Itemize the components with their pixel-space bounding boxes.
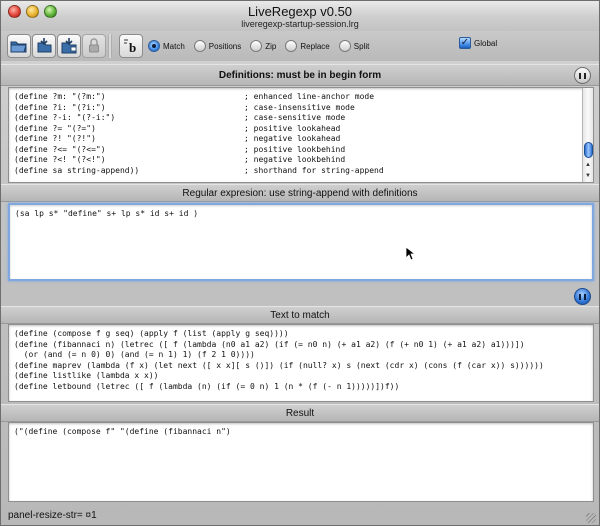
save-icon [37, 38, 52, 53]
definition-code: (define ?= "(?=") [14, 123, 96, 133]
mode-replace-label: Replace [300, 41, 330, 51]
definition-code: (define ?! "(?!") [14, 134, 96, 143]
regex-input-text: (sa lp s* "define" s+ lp s* id s+ id ) [15, 209, 199, 218]
text-panel-toggle-button[interactable] [574, 288, 591, 305]
radio-zip[interactable] [250, 40, 263, 52]
definition-comment: ; case-sensitive mode [244, 113, 346, 122]
definition-comment: ; positive lookbehind [244, 144, 346, 154]
app-window: LiveRegexp v0.50 liveregexp-startup-sess… [0, 0, 600, 526]
definition-code: (define ?<! "(?<!") [14, 155, 106, 164]
definition-code: (define ?i: "(?i:") [14, 102, 106, 112]
title-bar[interactable]: LiveRegexp v0.50 liveregexp-startup-sess… [1, 1, 599, 31]
mode-split-label: Split [353, 41, 370, 51]
scroll-up-arrow-icon[interactable]: ▲ [583, 160, 593, 170]
regex-header: Regular expresion: use string-append wit… [1, 184, 599, 202]
definition-code: (define ?<= "(?<=") [14, 144, 106, 154]
svg-text:b: b [129, 40, 136, 55]
definition-line: (define sa string-append)) ; shorthand fo… [14, 166, 384, 177]
result-title: Result [285, 408, 315, 419]
mouse-pointer-icon [405, 246, 415, 261]
open-folder-icon [10, 41, 27, 53]
toolbar: b Match Positions Zip Replace Split ✓ Gl… [1, 31, 599, 61]
definition-comment: ; negative lookahead [244, 134, 341, 143]
definitions-panel-toggle-button[interactable] [574, 67, 591, 84]
definition-code: (define sa string-append)) [14, 165, 140, 175]
definition-comment: ; shorthand for string-append [244, 165, 384, 175]
text-line: (define listlike (lambda x x)) [14, 371, 159, 380]
mode-match[interactable]: Match [148, 40, 185, 52]
text-to-match-header: Text to match [1, 306, 599, 324]
text-to-match-editor[interactable]: (define (compose f g seq) (apply f (list… [8, 324, 594, 402]
lock-button[interactable] [82, 34, 106, 58]
lock-icon [89, 38, 99, 53]
definitions-lines: (define ?m: "(?m:") ; enhanced line-ancho… [14, 92, 384, 176]
radio-replace[interactable] [285, 40, 298, 52]
mode-replace[interactable]: Replace [285, 40, 330, 52]
open-button[interactable] [7, 34, 31, 58]
toolbar-separator [108, 34, 112, 58]
definition-line: (define ?m: "(?m:") ; enhanced line-ancho… [14, 92, 384, 103]
window-title: LiveRegexp v0.50 [247, 4, 353, 19]
result-header: Result [1, 404, 599, 422]
definitions-scroll-thumb[interactable] [584, 142, 593, 158]
definition-line: (define ?-i: "(?-i:") ; case-sensitive mo… [14, 113, 384, 124]
save-button[interactable] [32, 34, 56, 58]
mode-split[interactable]: Split [338, 40, 370, 52]
result-output[interactable]: ("(define (compose f" "(define (fibannac… [8, 422, 594, 502]
scroll-down-arrow-icon[interactable]: ▼ [583, 171, 593, 181]
radio-positions[interactable] [193, 40, 206, 52]
pause-icon [579, 293, 586, 300]
pause-icon [579, 72, 586, 79]
definition-line: (define ?<! "(?<!") ; negative lookbehind [14, 155, 384, 166]
text-line: (define letbound (letrec ([ f (lambda (n… [14, 381, 400, 391]
save-as-button[interactable] [57, 34, 81, 58]
save-as-icon [61, 38, 77, 54]
definitions-scrollbar[interactable]: ▲ ▼ [582, 88, 593, 182]
definition-line: (define ?<= "(?<=") ; positive lookbehind [14, 145, 384, 156]
global-checkbox-row[interactable]: ✓ Global [459, 37, 497, 49]
text-line: (define maprev (lambda (f x) (let next (… [14, 360, 544, 370]
mode-zip-label: Zip [265, 41, 277, 51]
resize-grip-icon[interactable] [586, 513, 596, 523]
text-to-match-title: Text to match [270, 310, 330, 321]
status-bar: panel-resize-str= ¤1 [1, 506, 599, 525]
definition-comment: ; negative lookbehind [244, 155, 346, 164]
definitions-title: Definitions: must be in begin form [218, 70, 382, 81]
definition-comment: ; case-insensitive mode [244, 102, 355, 112]
mode-match-label: Match [163, 41, 185, 51]
definition-comment: ; enhanced line-anchor mode [244, 92, 375, 101]
mode-positions-label: Positions [208, 41, 242, 51]
definitions-toggle-icon: b [124, 39, 136, 55]
mode-zip[interactable]: Zip [250, 40, 276, 52]
regex-editor[interactable]: (sa lp s* "define" s+ lp s* id s+ id ) [8, 203, 594, 281]
definition-comment: ; positive lookahead [244, 123, 341, 133]
global-label: Global [474, 38, 498, 48]
definition-code: (define ?-i: "(?-i:") [14, 113, 116, 122]
regex-title: Regular expresion: use string-append wit… [182, 188, 418, 199]
global-checkbox[interactable]: ✓ [459, 37, 471, 49]
radio-split[interactable] [338, 40, 351, 52]
definitions-toggle-button[interactable]: b [119, 34, 143, 58]
definition-line: (define ?= "(?=") ; positive lookahead [14, 124, 384, 135]
text-to-match-lines: (define (compose f g seq) (apply f (list… [14, 329, 544, 392]
result-text: ("(define (compose f" "(define (fibannac… [14, 427, 231, 436]
definitions-header: Definitions: must be in begin form [1, 64, 599, 86]
window-subtitle: liveregexp-startup-session.lrg [241, 19, 359, 29]
mode-radio-group: Match Positions Zip Replace Split [148, 37, 378, 55]
text-line: (or (and (= n 0) 0) (and (= n 1) 1) (f 2… [14, 350, 255, 359]
mode-positions[interactable]: Positions [193, 40, 242, 52]
status-text: panel-resize-str= ¤1 [8, 510, 97, 521]
definition-line: (define ?! "(?!") ; negative lookahead [14, 134, 384, 145]
radio-match[interactable] [148, 40, 160, 52]
text-line: (define (fibannaci n) (letrec ([ f (lamb… [14, 339, 525, 349]
definition-line: (define ?i: "(?i:") ; case-insensitive mo… [14, 103, 384, 114]
definitions-editor[interactable]: (define ?m: "(?m:") ; enhanced line-ancho… [8, 87, 594, 183]
text-line: (define (compose f g seq) (apply f (list… [14, 329, 289, 338]
definition-code: (define ?m: "(?m:") [14, 92, 106, 101]
